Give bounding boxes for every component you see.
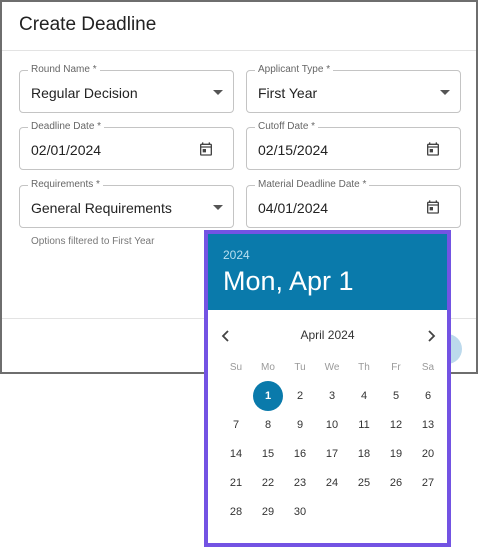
material-deadline-date-label: Material Deadline Date * (255, 179, 370, 191)
cutoff-date-label: Cutoff Date * (255, 121, 319, 133)
requirements-value: General Requirements (31, 200, 172, 216)
calendar-day[interactable]: 22 (253, 468, 283, 498)
picker-selected-date: Mon, Apr 1 (223, 266, 354, 296)
calendar-day[interactable]: 15 (253, 439, 283, 469)
deadline-date-label: Deadline Date * (28, 121, 105, 133)
date-picker-popover: 2024 Mon, Apr 1 April 2024 Su Mo Tu We Th Fr S… (204, 230, 451, 547)
calendar-icon[interactable] (425, 141, 441, 157)
weekday-label: Sa (421, 362, 435, 373)
header-divider (2, 50, 476, 51)
calendar-day[interactable]: 27 (413, 468, 443, 498)
requirements-select[interactable]: Requirements * General Requirements (19, 179, 234, 228)
applicant-type-label: Applicant Type * (255, 64, 334, 76)
calendar-day[interactable]: 12 (381, 410, 411, 440)
calendar-day[interactable]: 4 (349, 381, 379, 411)
month-label: April 2024 (300, 328, 355, 342)
weekday-label: Tu (294, 362, 306, 373)
calendar-day[interactable]: 11 (349, 410, 379, 440)
chevron-right-icon[interactable] (419, 324, 443, 348)
applicant-type-select[interactable]: Applicant Type * First Year (246, 64, 461, 113)
round-name-value: Regular Decision (31, 85, 138, 101)
weekday-label: Fr (391, 362, 401, 373)
calendar-day[interactable]: 16 (285, 439, 315, 469)
weekday-label: Su (229, 362, 243, 373)
calendar-day[interactable]: 26 (381, 468, 411, 498)
applicant-type-value: First Year (258, 85, 318, 101)
cutoff-date-value[interactable]: 02/15/2024 (258, 142, 328, 158)
deadline-date-value[interactable]: 02/01/2024 (31, 142, 101, 158)
calendar-day[interactable]: 28 (221, 497, 251, 527)
dropdown-caret-icon[interactable] (213, 205, 223, 210)
dialog-title: Create Deadline (19, 14, 157, 35)
date-picker-header: 2024 Mon, Apr 1 (208, 234, 447, 310)
calendar-day[interactable]: 23 (285, 468, 315, 498)
month-navigation: April 2024 (208, 324, 447, 348)
calendar-day[interactable]: 30 (285, 497, 315, 527)
calendar-day[interactable]: 21 (221, 468, 251, 498)
calendar-icon[interactable] (198, 141, 214, 157)
weekday-label: Mo (261, 362, 275, 373)
calendar-day[interactable]: 18 (349, 439, 379, 469)
calendar-day[interactable]: 24 (317, 468, 347, 498)
calendar-day[interactable]: 2 (285, 381, 315, 411)
material-deadline-date-field[interactable]: Material Deadline Date * 04/01/2024 (246, 179, 461, 228)
material-deadline-date-value[interactable]: 04/01/2024 (258, 200, 328, 216)
weekday-label: We (324, 362, 340, 373)
calendar-day[interactable]: 19 (381, 439, 411, 469)
round-name-label: Round Name * (28, 64, 100, 76)
round-name-select[interactable]: Round Name * Regular Decision (19, 64, 234, 113)
calendar-day[interactable]: 20 (413, 439, 443, 469)
requirements-label: Requirements * (28, 179, 103, 191)
calendar-day[interactable]: 14 (221, 439, 251, 469)
cutoff-date-field[interactable]: Cutoff Date * 02/15/2024 (246, 121, 461, 170)
calendar-day[interactable]: 8 (253, 410, 283, 440)
weekday-label: Th (358, 362, 370, 373)
deadline-date-field[interactable]: Deadline Date * 02/01/2024 (19, 121, 234, 170)
dropdown-caret-icon[interactable] (213, 90, 223, 95)
calendar-day[interactable]: 7 (221, 410, 251, 440)
calendar-day[interactable]: 5 (381, 381, 411, 411)
calendar-day[interactable]: 25 (349, 468, 379, 498)
calendar-icon[interactable] (425, 199, 441, 215)
calendar-day-selected[interactable]: 1 (253, 381, 283, 411)
dropdown-caret-icon[interactable] (440, 90, 450, 95)
calendar-day[interactable]: 17 (317, 439, 347, 469)
calendar-day[interactable]: 13 (413, 410, 443, 440)
picker-year[interactable]: 2024 (223, 248, 250, 262)
calendar-day[interactable]: 10 (317, 410, 347, 440)
calendar-day[interactable]: 29 (253, 497, 283, 527)
requirements-helper-text: Options filtered to First Year (31, 236, 155, 247)
calendar-day[interactable]: 3 (317, 381, 347, 411)
calendar-day[interactable]: 6 (413, 381, 443, 411)
calendar-day[interactable]: 9 (285, 410, 315, 440)
